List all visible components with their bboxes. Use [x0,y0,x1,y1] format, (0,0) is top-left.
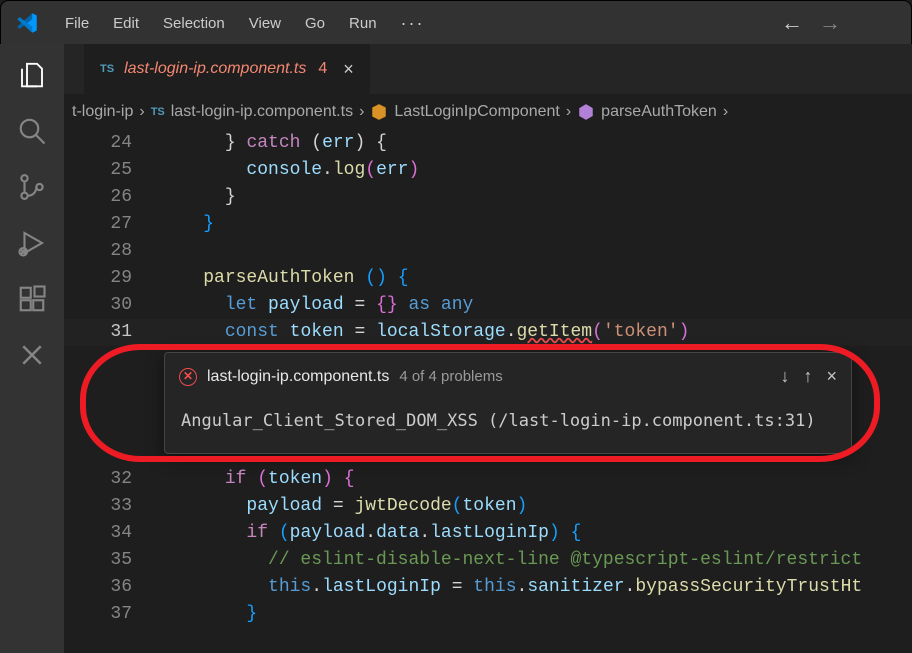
nav-back-icon[interactable]: ← [781,10,803,36]
menu-go[interactable]: Go [295,11,335,36]
line-number: 24 [64,130,160,157]
code-line[interactable]: 37 } [64,601,912,628]
code-line[interactable]: 33 payload = jwtDecode(token) [64,493,912,520]
line-number: 36 [64,574,160,601]
title-bar: FileEditSelectionViewGoRun ··· ← → [1,1,911,45]
error-icon: ✕ [179,368,197,386]
code-line[interactable]: 34 if (payload.data.lastLoginIp) { [64,520,912,547]
line-number: 31 [64,319,160,346]
line-number: 37 [64,601,160,628]
line-number: 33 [64,493,160,520]
class-icon [370,103,388,121]
breadcrumb-label: last-login-ip.component.ts [171,103,353,121]
code-line[interactable]: 35 // eslint-disable-next-line @typescri… [64,547,912,574]
menu-run[interactable]: Run [339,11,387,36]
line-number: 34 [64,520,160,547]
popup-prev-icon[interactable]: ↑ [803,363,812,390]
code-line[interactable]: 36 this.lastLoginIp = this.sanitizer.byp… [64,574,912,601]
breadcrumb-label: t-login-ip [72,103,133,121]
line-number: 25 [64,157,160,184]
typescript-badge-icon: TS [100,63,114,75]
nav-forward-icon[interactable]: → [819,10,841,36]
code-line[interactable]: 25 console.log(err) [64,157,912,184]
code-line[interactable]: 24 } catch (err) { [64,130,912,157]
line-number: 32 [64,466,160,493]
activity-close-icon[interactable] [15,338,49,372]
tab-filename: last-login-ip.component.ts [124,60,306,78]
code-line[interactable]: 26 } [64,184,912,211]
code-line[interactable]: 32 if (token) { [64,466,912,493]
code-line[interactable]: 31 const token = localStorage.getItem('t… [64,319,912,346]
breadcrumb-item[interactable]: t-login-ip [72,103,133,121]
menu-view[interactable]: View [239,11,291,36]
code-line[interactable]: 28 [64,238,912,265]
line-number: 30 [64,292,160,319]
breadcrumb-item[interactable]: LastLoginIpComponent [370,103,559,121]
chevron-right-icon: › [566,103,571,121]
breadcrumb-label: LastLoginIpComponent [394,103,559,121]
breadcrumb-label: parseAuthToken [601,103,717,121]
menu-edit[interactable]: Edit [103,11,149,36]
code-line[interactable]: 29 parseAuthToken () { [64,265,912,292]
tab-problem-count: 4 [318,60,327,78]
line-number: 27 [64,211,160,238]
code-line[interactable]: 27 } [64,211,912,238]
menu-file[interactable]: File [55,11,99,36]
activity-bar [0,44,64,653]
tab-close-icon[interactable]: × [343,59,354,80]
line-number: 29 [64,265,160,292]
activity-source-control-icon[interactable] [15,170,49,204]
method-icon [577,103,595,121]
popup-filename: last-login-ip.component.ts [207,363,389,390]
activity-explorer-icon[interactable] [15,58,49,92]
chevron-right-icon: › [359,103,364,121]
popup-problem-count: 4 of 4 problems [399,363,502,390]
popup-close-icon[interactable]: × [826,363,837,390]
code-line[interactable]: 30 let payload = {} as any [64,292,912,319]
breadcrumb-item[interactable]: parseAuthToken [577,103,717,121]
chevron-right-icon: › [139,103,144,121]
typescript-badge-icon: TS [151,106,165,118]
editor-tabs: TS last-login-ip.component.ts 4 × [64,44,912,94]
line-number: 26 [64,184,160,211]
code-editor[interactable]: 24 } catch (err) {25 console.log(err)26 … [64,130,912,653]
problem-hover-popup: ✕ last-login-ip.component.ts 4 of 4 prob… [164,352,852,454]
breadcrumb-item[interactable]: TS last-login-ip.component.ts [151,103,353,121]
vscode-logo-icon [15,11,39,35]
line-number: 35 [64,547,160,574]
menu-selection[interactable]: Selection [153,11,235,36]
tab-last-login-ip[interactable]: TS last-login-ip.component.ts 4 × [84,44,371,94]
activity-search-icon[interactable] [15,114,49,148]
breadcrumbs[interactable]: t-login-ip › TS last-login-ip.component.ts ›… [64,94,912,130]
activity-extensions-icon[interactable] [15,282,49,316]
popup-next-icon[interactable]: ↓ [780,363,789,390]
popup-message: Angular_Client_Stored_DOM_XSS (/last-log… [165,398,851,453]
line-number: 28 [64,238,160,265]
popup-header: ✕ last-login-ip.component.ts 4 of 4 prob… [165,353,851,398]
editor-area: TS last-login-ip.component.ts 4 × t-logi… [64,44,912,653]
activity-run-debug-icon[interactable] [15,226,49,260]
chevron-right-icon: › [723,103,728,121]
menu-overflow-icon[interactable]: ··· [391,13,435,34]
